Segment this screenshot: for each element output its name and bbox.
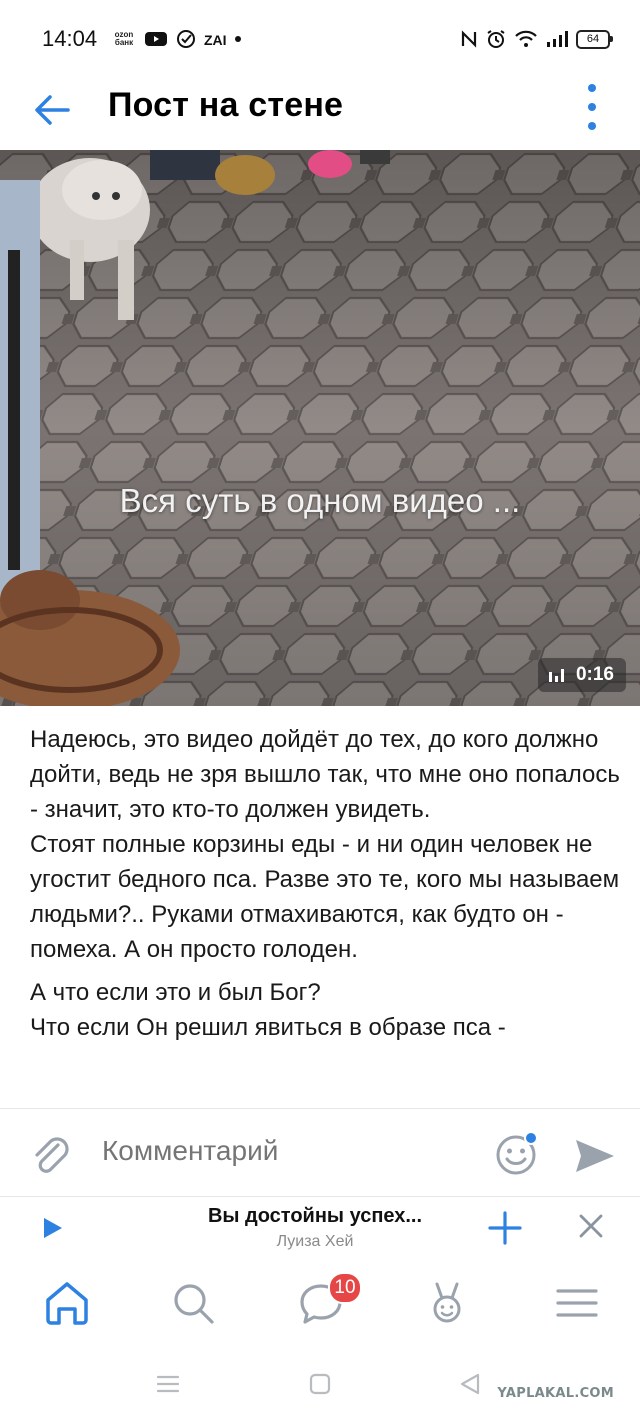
nfc-icon (461, 30, 477, 48)
page-title: Пост на стене (108, 86, 344, 124)
app-header: Пост на стене (0, 70, 640, 150)
signal-icon (547, 31, 568, 47)
check-circle-icon (177, 30, 195, 48)
back-triangle-icon[interactable] (458, 1372, 482, 1396)
comment-input[interactable] (102, 1135, 442, 1167)
music-player[interactable]: Вы достойны успех... Луиза Хей (0, 1196, 640, 1260)
alarm-icon (487, 30, 505, 48)
home-icon[interactable] (42, 1278, 92, 1328)
video-frame (0, 150, 640, 706)
track-title: Вы достойны успех... (207, 1205, 423, 1227)
status-left-icons: ozon банк ZAI (112, 28, 242, 50)
notification-dot (524, 1131, 538, 1145)
ozon-bank-icon: ozon банк (114, 30, 134, 47)
recents-icon[interactable] (156, 1372, 180, 1396)
system-navigation-bar: YAPLAKAL.COM (0, 1352, 640, 1423)
status-time: 14:04 (42, 26, 98, 51)
video-caption: Вся суть в одном видео ... (119, 482, 521, 519)
home-button-icon[interactable] (308, 1372, 332, 1396)
paperclip-icon[interactable] (28, 1133, 72, 1177)
post-paragraph: А что если это и был Бог? (30, 979, 321, 1006)
ai-icon: ZAI (204, 32, 226, 47)
clips-icon[interactable] (422, 1278, 472, 1328)
search-icon[interactable] (168, 1278, 218, 1328)
messages-badge: 10 (328, 1272, 362, 1304)
plus-icon[interactable] (488, 1211, 522, 1245)
bottom-tab-bar: 10 (0, 1258, 640, 1352)
svg-text:ZAI: ZAI (204, 32, 226, 47)
equalizer-icon (548, 669, 564, 682)
battery-icon: 64 (576, 29, 613, 49)
arrow-left-icon[interactable] (30, 88, 74, 132)
track-artist: Луиза Хей (276, 1233, 354, 1250)
send-icon[interactable] (574, 1137, 616, 1175)
post-text: Надеюсь, это видео дойдёт до тех, до ког… (30, 722, 620, 1108)
duration-label: 0:16 (575, 664, 614, 685)
wifi-icon (515, 30, 537, 47)
post-paragraph: Стоят полные корзины еды - и ни один чел… (30, 831, 620, 963)
video-player[interactable]: Вся суть в одном видео ... 0:16 (0, 150, 640, 706)
dot-icon (235, 36, 241, 42)
status-bar: 14:04 ozon банк ZAI 64 (0, 0, 640, 70)
post-paragraph: Что если Он решил явиться в образе пса - (30, 1014, 506, 1041)
menu-icon[interactable] (552, 1278, 602, 1328)
post-paragraph: Надеюсь, это видео дойдёт до тех, до ког… (30, 726, 620, 823)
play-icon[interactable] (42, 1217, 64, 1239)
youtube-icon (145, 32, 167, 46)
comment-bar (0, 1108, 640, 1197)
close-icon[interactable] (578, 1213, 604, 1239)
status-right-icons: 64 (460, 26, 613, 52)
video-duration: 0:16 (537, 658, 626, 692)
watermark: YAPLAKAL.COM (497, 1386, 614, 1401)
more-vertical-icon[interactable] (582, 84, 602, 130)
